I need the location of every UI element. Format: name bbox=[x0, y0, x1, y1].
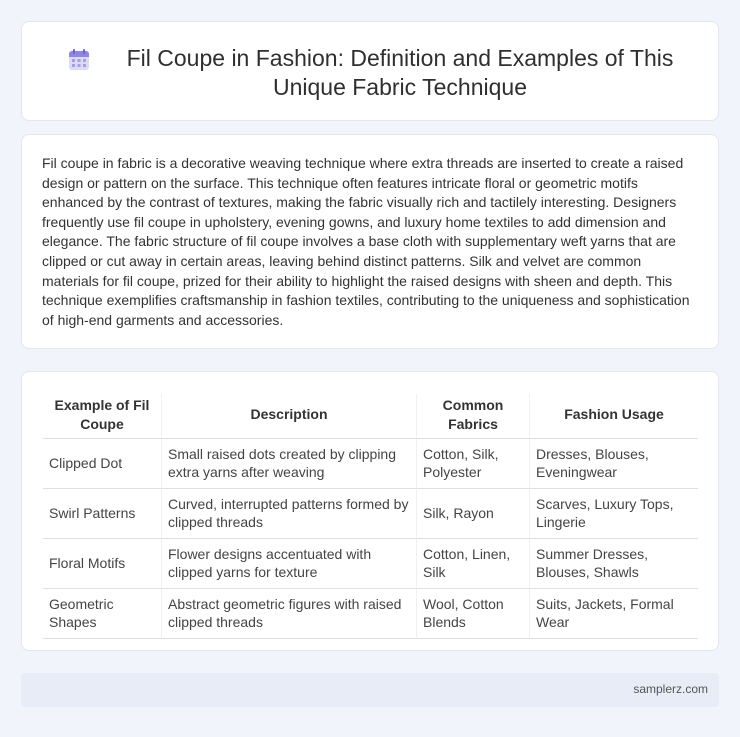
page-title: Fil Coupe in Fashion: Definition and Exa… bbox=[126, 45, 674, 100]
cell-example: Swirl Patterns bbox=[43, 489, 161, 539]
cell-usage: Summer Dresses, Blouses, Shawls bbox=[529, 539, 698, 589]
footer: samplerz.com bbox=[21, 673, 719, 707]
cell-usage: Scarves, Luxury Tops, Lingerie bbox=[529, 489, 698, 539]
calendar-icon bbox=[69, 49, 89, 70]
intro-card: Fil coupe in fabric is a decorative weav… bbox=[21, 134, 719, 349]
cell-fabrics: Cotton, Linen, Silk bbox=[416, 539, 529, 589]
cell-fabrics: Silk, Rayon bbox=[416, 489, 529, 539]
table-row: Floral Motifs Flower designs accentuated… bbox=[43, 539, 698, 589]
footer-site-link[interactable]: samplerz.com bbox=[633, 682, 708, 696]
title-card: Fil Coupe in Fashion: Definition and Exa… bbox=[21, 21, 719, 121]
cell-example: Floral Motifs bbox=[43, 539, 161, 589]
examples-table: Example of Fil Coupe Description Common … bbox=[43, 394, 698, 639]
cell-example: Clipped Dot bbox=[43, 439, 161, 489]
header-description: Description bbox=[161, 394, 416, 439]
cell-description: Curved, interrupted patterns formed by c… bbox=[161, 489, 416, 539]
table-row: Swirl Patterns Curved, interrupted patte… bbox=[43, 489, 698, 539]
table-row: Clipped Dot Small raised dots created by… bbox=[43, 439, 698, 489]
cell-description: Flower designs accentuated with clipped … bbox=[161, 539, 416, 589]
cell-description: Small raised dots created by clipping ex… bbox=[161, 439, 416, 489]
header-example: Example of Fil Coupe bbox=[43, 394, 161, 439]
cell-usage: Suits, Jackets, Formal Wear bbox=[529, 589, 698, 639]
table-row: Geometric Shapes Abstract geometric figu… bbox=[43, 589, 698, 639]
intro-paragraph: Fil coupe in fabric is a decorative weav… bbox=[42, 155, 690, 328]
table-card: Example of Fil Coupe Description Common … bbox=[21, 371, 719, 651]
cell-usage: Dresses, Blouses, Eveningwear bbox=[529, 439, 698, 489]
cell-description: Abstract geometric figures with raised c… bbox=[161, 589, 416, 639]
table-header-row: Example of Fil Coupe Description Common … bbox=[43, 394, 698, 439]
cell-fabrics: Wool, Cotton Blends bbox=[416, 589, 529, 639]
cell-fabrics: Cotton, Silk, Polyester bbox=[416, 439, 529, 489]
cell-example: Geometric Shapes bbox=[43, 589, 161, 639]
header-usage: Fashion Usage bbox=[529, 394, 698, 439]
header-fabrics: Common Fabrics bbox=[416, 394, 529, 439]
